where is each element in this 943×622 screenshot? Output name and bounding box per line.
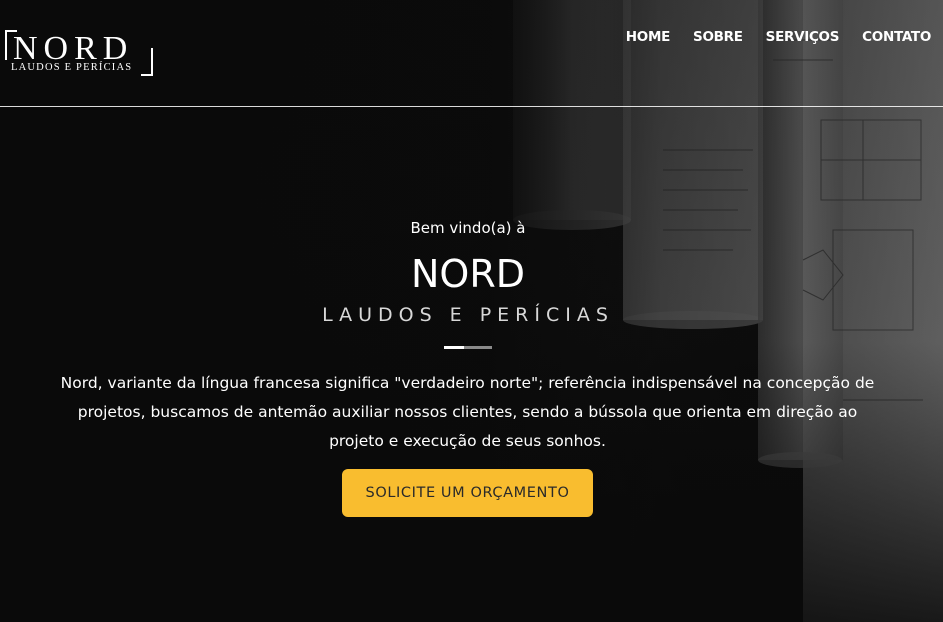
hero-title: NORD: [411, 252, 525, 296]
logo-sub-text: LAUDOS E PERÍCIAS: [11, 62, 133, 73]
nav-item-home[interactable]: HOME: [626, 29, 671, 45]
page: NORD LAUDOS E PERÍCIAS HOME SOBRE SERVIÇ…: [0, 0, 943, 622]
logo[interactable]: NORD LAUDOS E PERÍCIAS: [5, 30, 155, 78]
site-header: NORD LAUDOS E PERÍCIAS HOME SOBRE SERVIÇ…: [0, 0, 943, 107]
logo-main-text: NORD: [13, 30, 134, 67]
nav-item-servicos[interactable]: SERVIÇOS: [766, 29, 840, 45]
hero-description: Nord, variante da língua francesa signif…: [60, 374, 875, 450]
request-quote-button[interactable]: SOLICITE UM ORÇAMENTO: [342, 469, 593, 517]
main-nav: HOME SOBRE SERVIÇOS CONTATO: [626, 29, 932, 45]
nav-item-sobre[interactable]: SOBRE: [693, 29, 743, 45]
hero-subtitle: LAUDOS E PERÍCIAS: [322, 304, 614, 326]
nav-item-contato[interactable]: CONTATO: [862, 29, 931, 45]
hero-welcome-text: Bem vindo(a) à: [410, 219, 526, 237]
hero-divider: [444, 346, 492, 349]
